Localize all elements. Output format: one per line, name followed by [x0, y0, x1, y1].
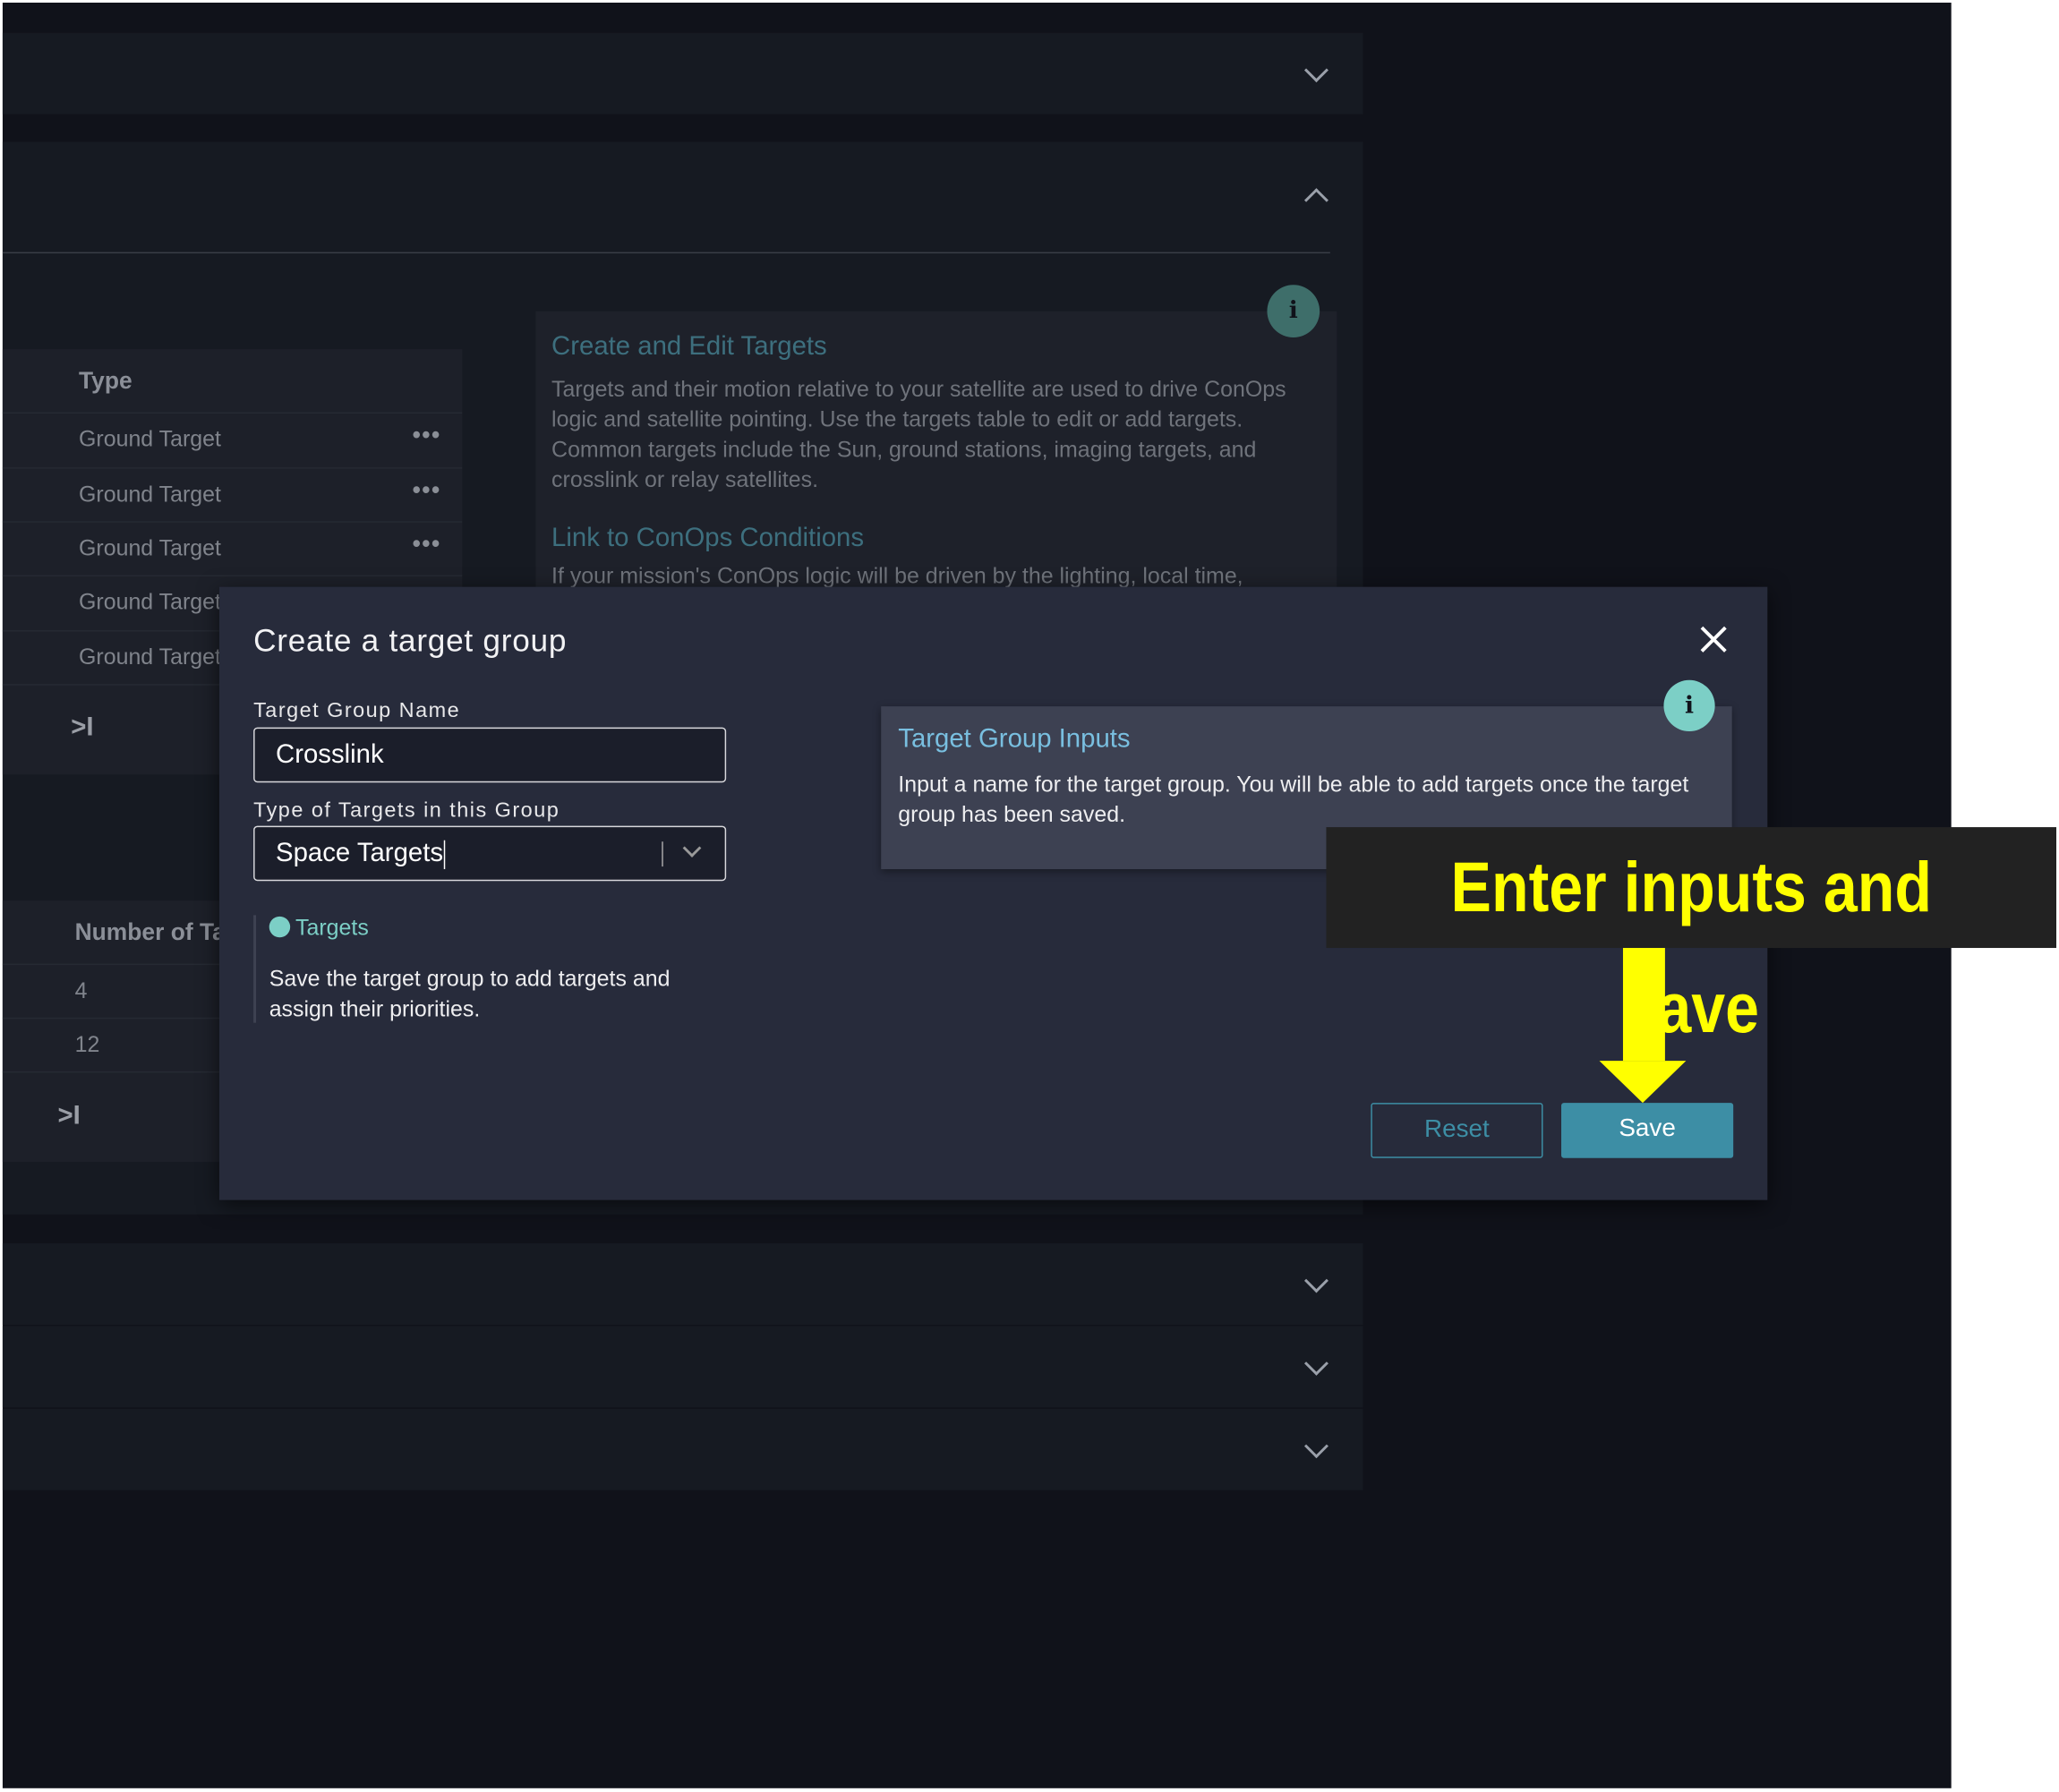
- chevron-down-icon[interactable]: [1303, 57, 1329, 82]
- save-button[interactable]: Save: [1561, 1103, 1734, 1158]
- reset-button[interactable]: Reset: [1371, 1103, 1543, 1158]
- more-options-icon[interactable]: •••: [413, 422, 441, 449]
- name-label: Target Group Name: [253, 699, 461, 722]
- chevron-down-icon[interactable]: [1303, 1351, 1329, 1376]
- divider: [2, 252, 1330, 254]
- table-row[interactable]: Ground Target •••: [2, 469, 463, 523]
- accordion-section-1[interactable]: [2, 32, 1363, 115]
- info-icon[interactable]: i: [1663, 679, 1715, 732]
- last-page-button[interactable]: >I: [58, 1102, 81, 1132]
- info-text: Targets and their motion relative to you…: [551, 376, 1286, 493]
- table-cell: 4: [74, 977, 88, 1003]
- table-cell: 12: [74, 1031, 100, 1057]
- info-icon[interactable]: i: [1267, 285, 1320, 337]
- selected-value: Space Targets: [276, 839, 444, 868]
- more-options-icon[interactable]: •••: [413, 531, 441, 559]
- info-title: Target Group Inputs: [898, 724, 1131, 754]
- column-header-number: Number of Ta: [74, 918, 226, 946]
- target-group-name-input[interactable]: Crosslink: [253, 727, 727, 783]
- info-title-link-conops[interactable]: Link to ConOps Conditions: [551, 524, 864, 554]
- info-title-create-edit[interactable]: Create and Edit Targets: [551, 332, 827, 363]
- targets-link[interactable]: Targets: [269, 915, 369, 941]
- target-type-select[interactable]: Space Targets: [253, 825, 727, 882]
- type-label: Type of Targets in this Group: [253, 799, 560, 823]
- chevron-up-icon[interactable]: [1303, 188, 1329, 213]
- globe-icon: [269, 916, 291, 938]
- table-row[interactable]: Ground Target •••: [2, 523, 463, 576]
- column-header-type: Type: [79, 367, 132, 395]
- chevron-down-icon[interactable]: [682, 839, 702, 858]
- more-options-icon[interactable]: •••: [413, 476, 441, 504]
- info-text: Input a name for the target group. You w…: [898, 772, 1689, 828]
- annotation-callout: Enter inputs and save: [1326, 827, 2057, 1048]
- accordion-section-3[interactable]: [2, 1243, 1363, 1326]
- info-panel: Create and Edit Targets Targets and thei…: [535, 311, 1337, 593]
- accordion-section-4[interactable]: [2, 1326, 1363, 1408]
- table-row[interactable]: Ground Target •••: [2, 414, 463, 469]
- close-icon[interactable]: [1698, 624, 1730, 655]
- modal-title: Create a target group: [253, 623, 568, 660]
- accordion-section-5[interactable]: [2, 1408, 1363, 1490]
- targets-note: Save the target group to add targets and…: [269, 966, 671, 1022]
- chevron-down-icon[interactable]: [1303, 1434, 1329, 1459]
- chevron-down-icon[interactable]: [1303, 1268, 1329, 1293]
- last-page-button[interactable]: >I: [71, 713, 93, 743]
- arrow-down-icon: [1599, 948, 1687, 1104]
